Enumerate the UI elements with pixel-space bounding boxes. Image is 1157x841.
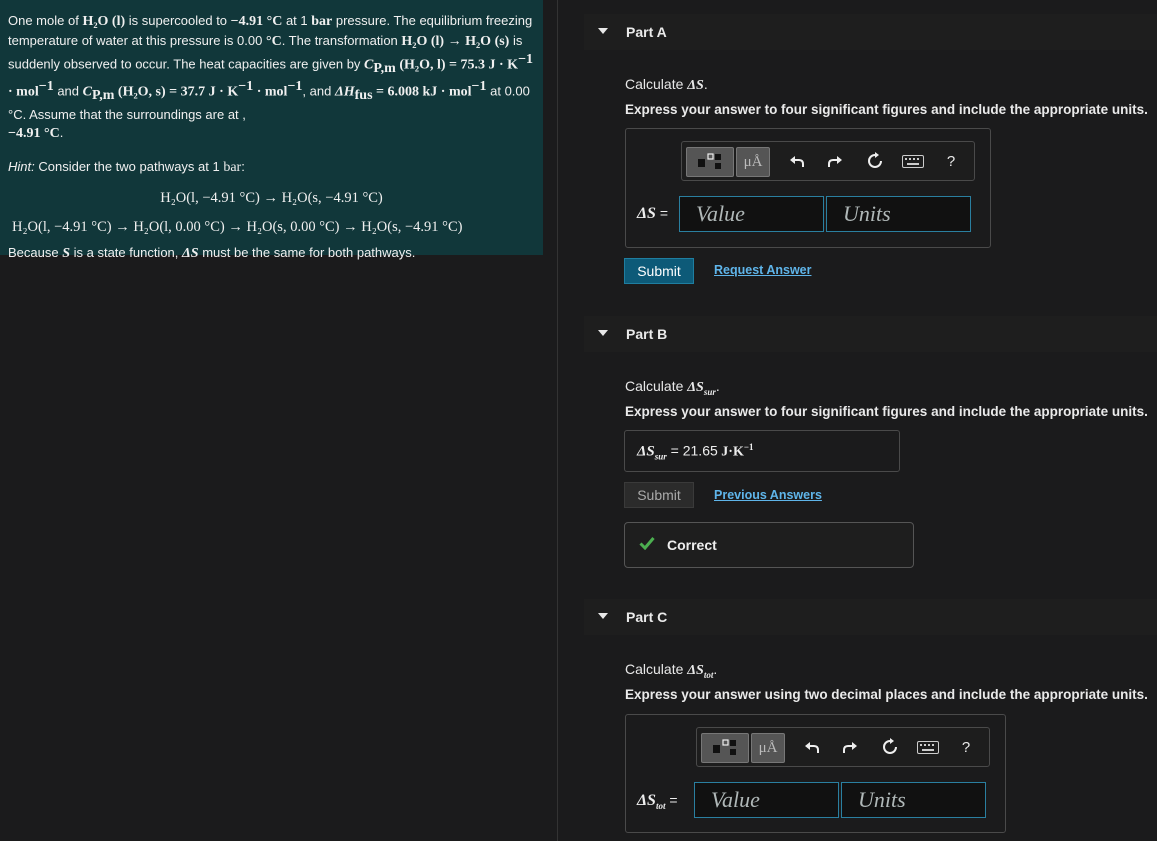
keyboard-icon[interactable]	[913, 735, 943, 759]
reset-icon[interactable]	[862, 149, 888, 173]
collapse-triangle-icon[interactable]	[598, 28, 608, 34]
math-toolbar: μÅ ?	[696, 727, 990, 767]
part-c-header[interactable]: Part C	[584, 599, 1157, 635]
part-c-answer-box: μÅ ? ΔStot = Value Units	[625, 714, 1006, 833]
previous-answers-link[interactable]: Previous Answers	[714, 488, 822, 502]
part-b-submitted-answer: ΔSsur = 21.65 J·K−1	[624, 430, 900, 472]
units-symbol-button[interactable]: μÅ	[751, 733, 785, 763]
state-function-note: Because S is a state function, ΔS must b…	[8, 245, 416, 262]
correct-feedback: Correct	[624, 522, 914, 568]
value-input[interactable]: Value	[694, 782, 839, 818]
reset-icon[interactable]	[877, 735, 903, 759]
panel-divider	[557, 0, 558, 841]
delta-s-label: ΔS =	[637, 205, 669, 222]
help-icon[interactable]: ?	[938, 149, 964, 173]
part-a-answer-box: μÅ ? ΔS = Value Units	[625, 128, 991, 248]
hint-line: Hint: Consider the two pathways at 1 bar…	[8, 158, 245, 175]
problem-panel: One mole of H₂O (l) is supercooled to −4…	[0, 0, 543, 261]
part-b-submit-button[interactable]: Submit	[624, 482, 694, 508]
units-input[interactable]: Units	[826, 196, 971, 232]
pathway-direct: H₂O(l, −4.91 °C) → H₂O(s, −4.91 °C)	[160, 190, 383, 207]
collapse-triangle-icon[interactable]	[598, 613, 608, 619]
help-icon[interactable]: ?	[953, 735, 979, 759]
units-input[interactable]: Units	[841, 782, 986, 818]
templates-icon[interactable]	[701, 733, 749, 763]
part-a-question: Calculate ΔS.	[625, 76, 708, 93]
part-a-header[interactable]: Part A	[584, 14, 1157, 50]
part-b-instruction: Express your answer to four significant …	[625, 404, 1148, 419]
value-input[interactable]: Value	[679, 196, 824, 232]
units-symbol-button[interactable]: μÅ	[736, 147, 770, 177]
part-b-question: Calculate ΔSsur.	[625, 378, 720, 397]
problem-intro: One mole of H₂O (l) is supercooled to −4…	[8, 13, 534, 142]
answer-value: 21.65	[682, 442, 718, 459]
part-a-instruction: Express your answer to four significant …	[625, 102, 1148, 117]
redo-icon[interactable]	[822, 149, 848, 173]
delta-s-tot-label: ΔStot =	[637, 792, 678, 812]
request-answer-link[interactable]: Request Answer	[714, 263, 811, 277]
checkmark-icon	[639, 537, 655, 550]
undo-icon[interactable]	[784, 149, 810, 173]
undo-icon[interactable]	[799, 735, 825, 759]
part-c-question: Calculate ΔStot.	[625, 661, 718, 680]
part-b-header[interactable]: Part B	[584, 316, 1157, 352]
templates-icon[interactable]	[686, 147, 734, 177]
part-a-submit-button[interactable]: Submit	[624, 258, 694, 284]
math-toolbar: μÅ ?	[681, 141, 975, 181]
pathway-indirect: H₂O(l, −4.91 °C) → H₂O(l, 0.00 °C) → H₂O…	[12, 218, 463, 235]
collapse-triangle-icon[interactable]	[598, 330, 608, 336]
keyboard-icon[interactable]	[898, 149, 928, 173]
part-c-instruction: Express your answer using two decimal pl…	[625, 687, 1148, 702]
redo-icon[interactable]	[837, 735, 863, 759]
